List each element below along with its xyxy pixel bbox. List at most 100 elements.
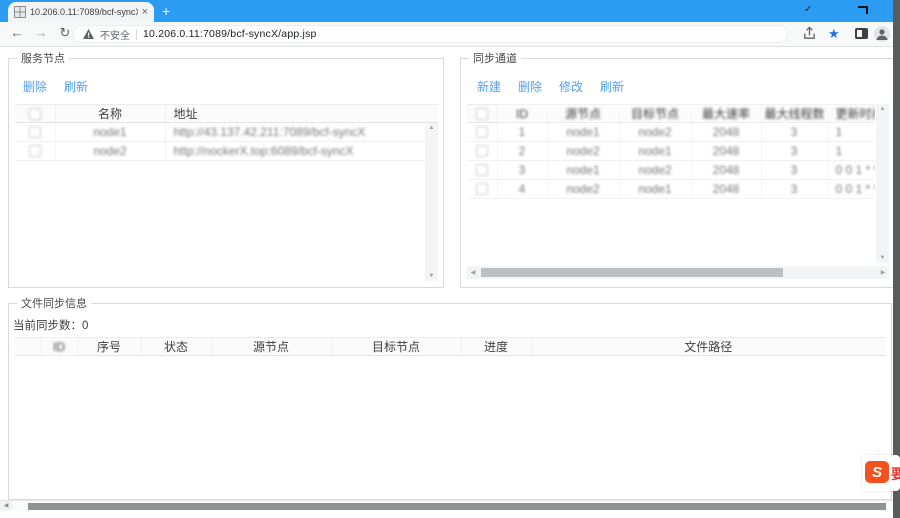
column-header: ID [40, 337, 77, 356]
row-checkbox-cell [467, 160, 497, 180]
row-checkbox-cell [467, 179, 497, 199]
table-row[interactable]: node2 http://nockerX.top:6089/bcf-syncX [15, 141, 438, 161]
service-nodes-toolbar: 删除 刷新 [23, 78, 88, 95]
not-secure-warning-icon [83, 29, 94, 39]
cell: node2 [54, 141, 165, 161]
service-nodes-table: 名称 地址 node1 http://43.137.42.211:7089/bcf-… [15, 104, 438, 161]
cell: 3 [760, 122, 827, 142]
file-sync-panel: 文件同步信息 当前同步数：0 ID 序号 状态 源节点 目标节点 进度 文件路径 [8, 295, 892, 500]
cell: node2 [546, 141, 619, 161]
cell: 2 [496, 141, 547, 161]
row-checkbox[interactable] [28, 126, 41, 138]
side-panel-icon[interactable] [855, 28, 868, 39]
scroll-up-icon[interactable]: ▲ [429, 125, 435, 131]
column-header: 最大线程数 [760, 104, 827, 123]
tab-close-icon[interactable]: × [142, 6, 148, 18]
sync-channels-panel: 同步通道 新建 删除 修改 刷新 ID源节点目标节点最大速率最大线程数更新时间 … [460, 50, 900, 288]
share-icon[interactable] [802, 26, 817, 41]
file-sync-table-wrap: ID 序号 状态 源节点 目标节点 进度 文件路径 [15, 337, 885, 495]
screen-edge-strip [893, 0, 900, 518]
select-all-checkbox[interactable] [475, 107, 488, 120]
column-header: 文件路径 [530, 337, 885, 356]
table-row[interactable]: 1 node1 node2 2048 3 1 [467, 122, 875, 142]
select-all-checkbox-cell [467, 104, 497, 123]
screen: 10.206.0.11:7089/bcf-syncX/ap × + ✓ ← → … [0, 0, 900, 518]
modify-button[interactable]: 修改 [559, 78, 583, 95]
window-corner-icon [858, 6, 868, 14]
cell: http://43.137.42.211:7089/bcf-syncX [164, 122, 438, 142]
column-header: 进度 [460, 337, 531, 356]
horizontal-scrollbar[interactable]: ◀ ▶ [467, 266, 889, 279]
row-checkbox-cell [467, 141, 497, 161]
browser-tab[interactable]: 10.206.0.11:7089/bcf-syncX/ap × [8, 2, 154, 22]
scrollbar-track[interactable] [479, 266, 877, 279]
cell: 3 [760, 160, 827, 180]
row-checkbox-cell [15, 122, 55, 142]
cell: 3 [760, 141, 827, 161]
side-panel-fill [862, 30, 866, 37]
service-nodes-legend: 服务节点 [21, 53, 65, 65]
row-checkbox[interactable] [475, 164, 488, 176]
watermark-label: 要 [891, 466, 900, 482]
new-tab-button[interactable]: + [162, 3, 170, 19]
scroll-left-icon[interactable]: ◀ [467, 269, 479, 276]
scroll-down-icon[interactable]: ▼ [429, 273, 435, 279]
row-checkbox-cell [467, 122, 497, 142]
bookmark-star-icon[interactable]: ★ [828, 26, 840, 42]
cell: node2 [546, 179, 619, 199]
row-checkbox[interactable] [475, 183, 488, 195]
address-bar[interactable]: 不安全 10.206.0.11:7089/bcf-syncX/app.jsp [72, 25, 788, 43]
omnibox-divider [136, 28, 137, 40]
scroll-up-icon[interactable]: ▲ [880, 106, 886, 112]
column-header: 目标节点 [618, 104, 691, 123]
vertical-scrollbar[interactable]: ▲ ▼ [876, 104, 889, 263]
profile-avatar-icon[interactable] [874, 26, 890, 42]
forward-button[interactable]: → [32, 25, 50, 40]
cell: 1 [496, 122, 547, 142]
cell: node2 [618, 122, 691, 142]
refresh-button[interactable]: 刷新 [600, 78, 624, 95]
table-row[interactable]: 4node2node1204830 0 1 * * ? [467, 179, 875, 199]
cell: 2048 [690, 179, 761, 199]
scrollbar-thumb[interactable] [481, 268, 784, 277]
row-checkbox[interactable] [28, 145, 41, 157]
header-row: ID源节点目标节点最大速率最大线程数更新时间 [467, 104, 875, 123]
new-button[interactable]: 新建 [477, 78, 501, 95]
table-row[interactable]: 2 node2 node1 2048 3 1 [467, 141, 875, 161]
select-all-checkbox[interactable] [28, 107, 41, 120]
column-header: 最大速率 [690, 104, 761, 123]
scroll-right-icon[interactable]: ▶ [877, 269, 889, 276]
sync-channels-toolbar: 新建 删除 修改 刷新 [477, 78, 624, 95]
row-checkbox[interactable] [475, 145, 488, 157]
cell: node1 [618, 179, 691, 199]
scroll-down-icon[interactable]: ▼ [880, 255, 886, 261]
screenshot-tool-watermark: S 要 [862, 455, 900, 491]
back-button[interactable]: ← [8, 25, 26, 40]
vertical-scrollbar[interactable]: ▲ ▼ [425, 123, 438, 281]
cell: node1 [546, 160, 619, 180]
sync-channels-legend: 同步通道 [473, 53, 517, 65]
delete-button[interactable]: 删除 [23, 78, 47, 95]
scrollbar-thumb[interactable] [28, 503, 886, 510]
cell: 1 [826, 141, 875, 161]
table-row[interactable]: node1 http://43.137.42.211:7089/bcf-syncX [15, 122, 438, 142]
column-header: 地址 [164, 104, 438, 123]
cell: 0 0 1 * * ? [826, 160, 875, 180]
header-row: ID 序号 状态 源节点 目标节点 进度 文件路径 [15, 337, 885, 356]
scroll-left-icon[interactable]: ◀ [0, 501, 12, 511]
select-all-checkbox-cell [15, 104, 55, 123]
url-text: 10.206.0.11:7089/bcf-syncX/app.jsp [143, 28, 317, 40]
tab-title: 10.206.0.11:7089/bcf-syncX/ap [30, 7, 138, 17]
delete-button[interactable]: 删除 [518, 78, 542, 95]
table-row[interactable]: 3node1node2204830 0 1 * * ? [467, 160, 875, 180]
blank-header-cell [15, 337, 41, 356]
cell: 3 [760, 179, 827, 199]
column-header: 状态 [140, 337, 211, 356]
cell: 2048 [690, 160, 761, 180]
column-header: 源节点 [546, 104, 619, 123]
refresh-button[interactable]: 刷新 [64, 78, 88, 95]
column-header: 更新时间 [826, 104, 875, 123]
row-checkbox[interactable] [475, 126, 488, 138]
page-horizontal-scrollbar[interactable]: ◀ [0, 500, 893, 511]
row-checkbox-cell [15, 141, 55, 161]
